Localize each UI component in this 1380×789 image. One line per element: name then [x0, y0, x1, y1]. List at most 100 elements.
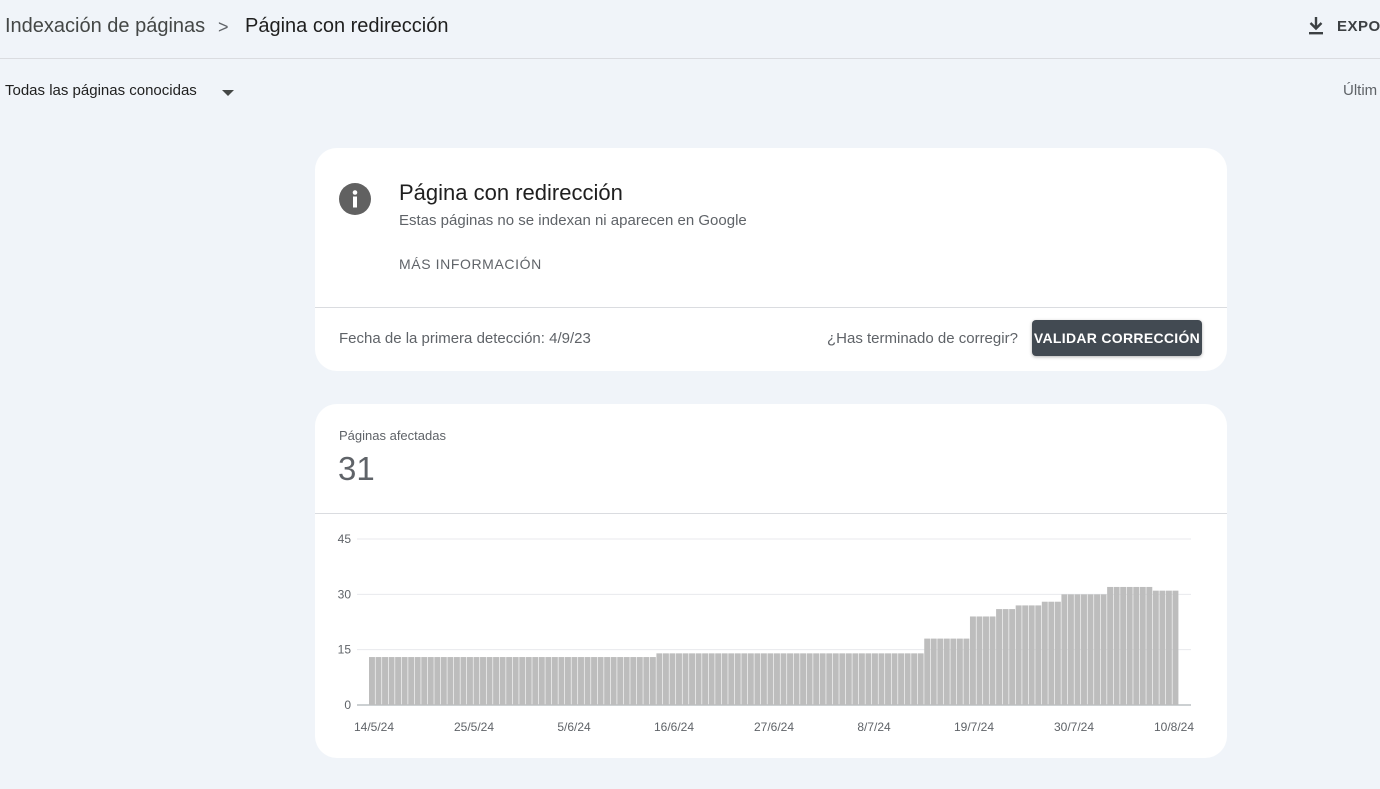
y-tick-label: 0 — [344, 698, 351, 712]
chart-bar — [414, 657, 421, 705]
chart-bar — [649, 657, 656, 705]
export-label: EXPOR — [1337, 18, 1380, 35]
chart-bar — [865, 653, 872, 705]
x-tick-label: 27/6/24 — [754, 720, 794, 734]
chart-bar — [375, 657, 382, 705]
affected-pages-label: Páginas afectadas — [339, 428, 446, 443]
chart-bar — [369, 657, 375, 705]
chart-bar — [382, 657, 388, 705]
chart-bar — [623, 657, 630, 705]
chart-bar — [643, 657, 650, 705]
chart-bar — [813, 653, 820, 705]
chart-bar — [1022, 605, 1029, 705]
chart-bar — [793, 653, 800, 705]
chart-bar — [604, 657, 611, 705]
chart-bar — [911, 653, 918, 705]
x-tick-label: 5/6/24 — [557, 720, 591, 734]
chart-bar — [715, 653, 722, 705]
date-range-label[interactable]: Últim — [1343, 82, 1377, 99]
chart-bar — [512, 657, 519, 705]
x-tick-label: 14/5/24 — [354, 720, 394, 734]
chart-bar — [787, 653, 793, 705]
more-info-link[interactable]: MÁS INFORMACIÓN — [399, 256, 542, 272]
chart-bar — [617, 657, 624, 705]
chart-bar — [460, 657, 467, 705]
top-bar: Indexación de páginas > Página con redir… — [0, 0, 1380, 59]
chart-bar — [656, 653, 663, 705]
x-tick-label: 8/7/24 — [857, 720, 891, 734]
x-tick-label: 10/8/24 — [1154, 720, 1194, 734]
chart-bar — [1159, 590, 1166, 705]
y-tick-label: 30 — [338, 587, 352, 601]
chart-bar — [721, 653, 728, 705]
x-tick-label: 25/5/24 — [454, 720, 494, 734]
chart-bar — [924, 638, 931, 705]
chart-bar — [702, 653, 709, 705]
caret-down-icon[interactable] — [221, 89, 235, 97]
chart-bar — [473, 657, 480, 705]
chart-bar — [891, 653, 898, 705]
chart-bar — [1139, 586, 1146, 705]
chart-bar — [682, 653, 689, 705]
chart-bar — [1054, 601, 1061, 705]
chart-bar — [1028, 605, 1035, 705]
chart-bar — [898, 653, 905, 705]
chart-bar — [885, 653, 891, 705]
chart-bar — [466, 657, 473, 705]
chart-bar — [1100, 594, 1107, 705]
chart-bar — [1120, 586, 1127, 705]
x-tick-label: 16/6/24 — [654, 720, 694, 734]
breadcrumb-parent-link[interactable]: Indexación de páginas — [5, 15, 205, 38]
chart-bar — [545, 657, 552, 705]
chart-bar — [610, 657, 617, 705]
pages-filter-dropdown[interactable]: Todas las páginas conocidas — [5, 82, 197, 99]
chart-bar — [983, 616, 989, 705]
chart-bar — [930, 638, 937, 705]
chart-bar — [506, 657, 513, 705]
chart-bar — [800, 653, 807, 705]
chart-bar — [591, 657, 598, 705]
chart-bar — [421, 657, 428, 705]
chart-bar — [1015, 605, 1022, 705]
issue-details-card: Página con redirección Estas páginas no … — [315, 148, 1227, 371]
page-title: Página con redirección — [245, 15, 449, 37]
chart-bar — [996, 609, 1003, 705]
chart-bar — [1081, 594, 1087, 705]
chart-bar — [832, 653, 839, 705]
chart-bar — [532, 657, 539, 705]
chart-bar — [950, 638, 957, 705]
y-tick-label: 15 — [338, 643, 352, 657]
chart-bar — [1061, 594, 1068, 705]
chart-bar — [630, 657, 637, 705]
chart-bar — [780, 653, 787, 705]
chart-bar — [480, 657, 486, 705]
chart-bar — [636, 657, 643, 705]
x-tick-label: 19/7/24 — [954, 720, 994, 734]
divider — [315, 307, 1227, 308]
chart-bar — [1133, 586, 1140, 705]
chart-bar — [395, 657, 402, 705]
chart-bar — [434, 657, 441, 705]
chart-bar — [1126, 586, 1133, 705]
chart-bar — [519, 657, 526, 705]
chart-bar — [1152, 590, 1159, 705]
chart-bar — [904, 653, 911, 705]
chart-bar — [937, 638, 944, 705]
affected-pages-chart: 0 15 30 45 14/5/24 25/5/24 5/6/24 16/6/24 27/6/2… — [338, 532, 1195, 734]
chart-bar — [1107, 586, 1114, 705]
chart-bar — [408, 657, 415, 705]
chart-bar — [1146, 586, 1153, 705]
issue-subtitle: Estas páginas no se indexan ni aparecen … — [399, 212, 747, 229]
chart-bar — [538, 657, 545, 705]
chart-bar — [447, 657, 454, 705]
chart-bar — [1172, 590, 1179, 705]
chart-bar — [564, 657, 571, 705]
chart-bar — [989, 616, 996, 705]
chart-bar — [1048, 601, 1055, 705]
chart-bar — [878, 653, 885, 705]
chart-bar — [1074, 594, 1081, 705]
chart-bar — [695, 653, 702, 705]
chart-bar — [578, 657, 584, 705]
chart-bar — [1002, 609, 1009, 705]
validate-fix-button[interactable]: VALIDAR CORRECCIÓN — [1032, 320, 1202, 356]
